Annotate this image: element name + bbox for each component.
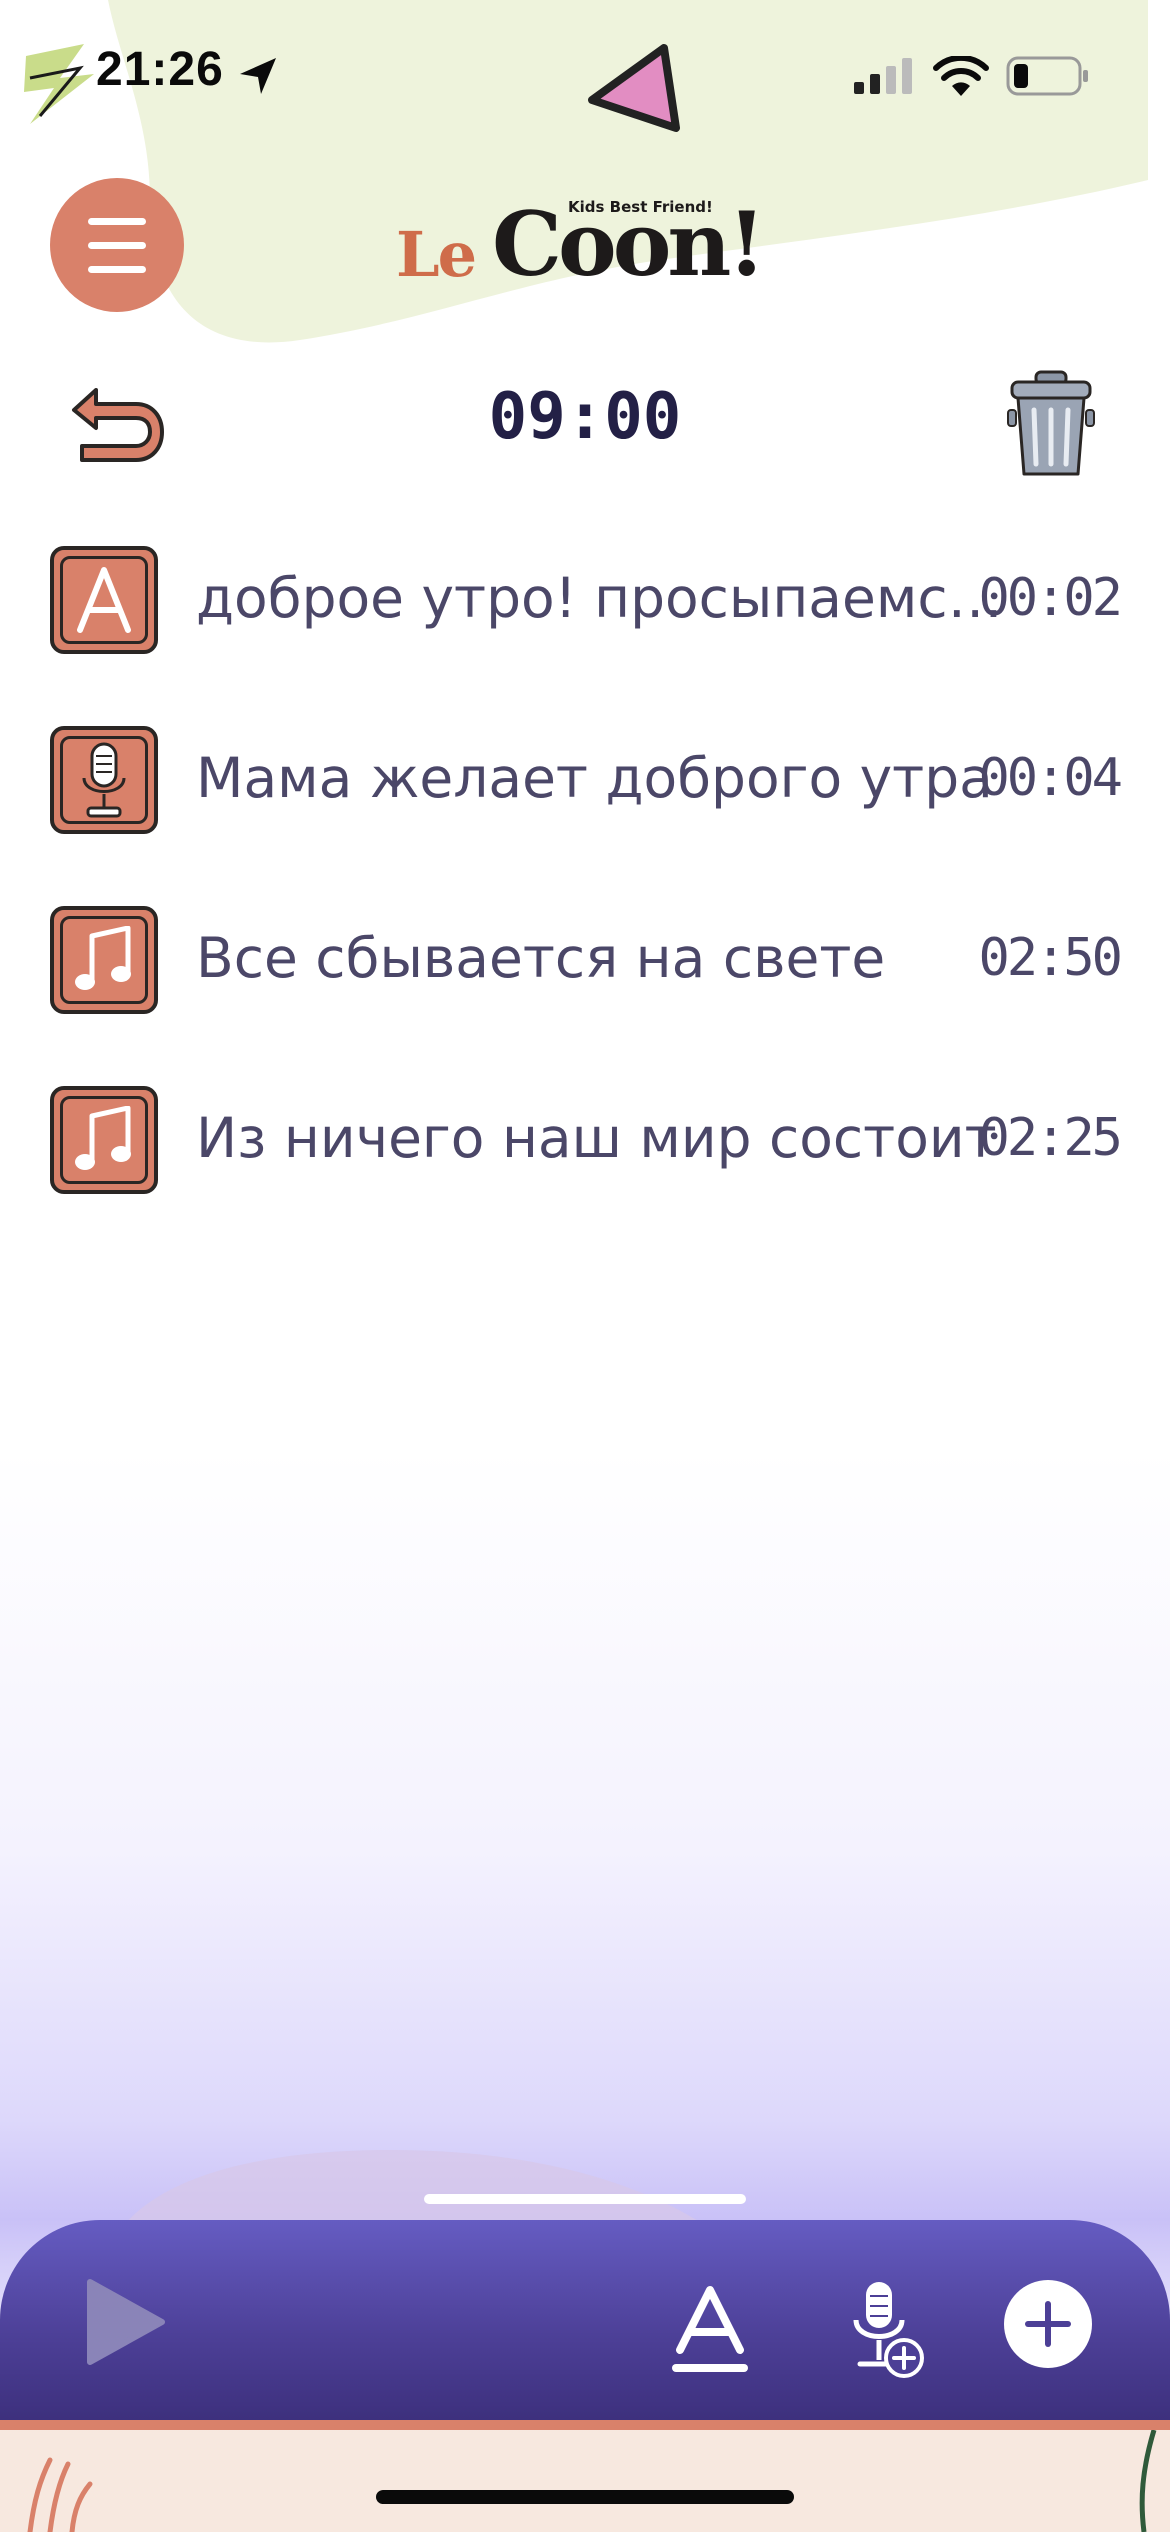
bottom-panel: [0, 2430, 1170, 2532]
status-time: 21:26: [96, 43, 224, 96]
app-logo-mark-icon: [24, 44, 94, 124]
wifi-icon: [933, 56, 989, 96]
add-voice-icon[interactable]: [846, 2280, 926, 2384]
home-indicator: [376, 2490, 794, 2504]
item-duration: 02:25: [978, 1108, 1123, 1168]
list-item[interactable]: доброе утро! просыпаемся, солнышко 00:02: [50, 546, 1123, 666]
play-icon[interactable]: [82, 2276, 168, 2368]
alarm-time[interactable]: 09:00: [430, 380, 740, 454]
trash-can-icon[interactable]: [1006, 370, 1096, 480]
add-button[interactable]: [1004, 2280, 1092, 2368]
plus-icon: [1025, 2301, 1071, 2347]
location-arrow-icon: [240, 58, 276, 94]
item-duration: 00:02: [978, 568, 1123, 628]
item-type-icon: [50, 546, 158, 654]
music-note-icon: [75, 926, 131, 990]
microphone-icon: [82, 742, 126, 818]
add-text-icon[interactable]: [672, 2284, 748, 2374]
item-title: Из ничего наш мир состоит: [196, 1106, 997, 1170]
menu-button[interactable]: [50, 178, 184, 312]
item-type-icon: [50, 726, 158, 834]
item-type-icon: [50, 1086, 158, 1194]
list-item[interactable]: Мама желает доброго утра 00:04: [50, 726, 1123, 846]
list-item[interactable]: Все сбывается на свете 02:50: [50, 906, 1123, 1026]
item-duration: 02:50: [978, 928, 1123, 988]
brand-logo-le: Le: [396, 218, 477, 291]
scroll-indicator: [424, 2194, 746, 2204]
item-title: Мама желает доброго утра: [196, 746, 993, 810]
list-item[interactable]: Из ничего наш мир состоит 02:25: [50, 1086, 1123, 1206]
music-note-icon: [75, 1106, 131, 1170]
brand-tagline: Kids Best Friend!: [568, 198, 713, 216]
cellular-signal-icon: [854, 58, 912, 94]
item-duration: 00:04: [978, 748, 1123, 808]
player-bar: [0, 2220, 1170, 2420]
back-arrow-icon[interactable]: [66, 380, 166, 472]
battery-icon: [1006, 56, 1088, 96]
grass-decoration-icon: [27, 2457, 93, 2532]
triangle-icon: [588, 44, 680, 132]
letter-a-icon: [77, 567, 131, 633]
item-type-icon: [50, 906, 158, 1014]
item-title: Все сбывается на свете: [196, 926, 886, 990]
item-title: доброе утро! просыпаемся, солнышко: [196, 566, 1028, 630]
stem-decoration-icon: [1139, 2430, 1157, 2532]
brand-logo: Le Coon! Kids Best Friend!: [396, 192, 778, 296]
accent-strip: [0, 2420, 1170, 2430]
